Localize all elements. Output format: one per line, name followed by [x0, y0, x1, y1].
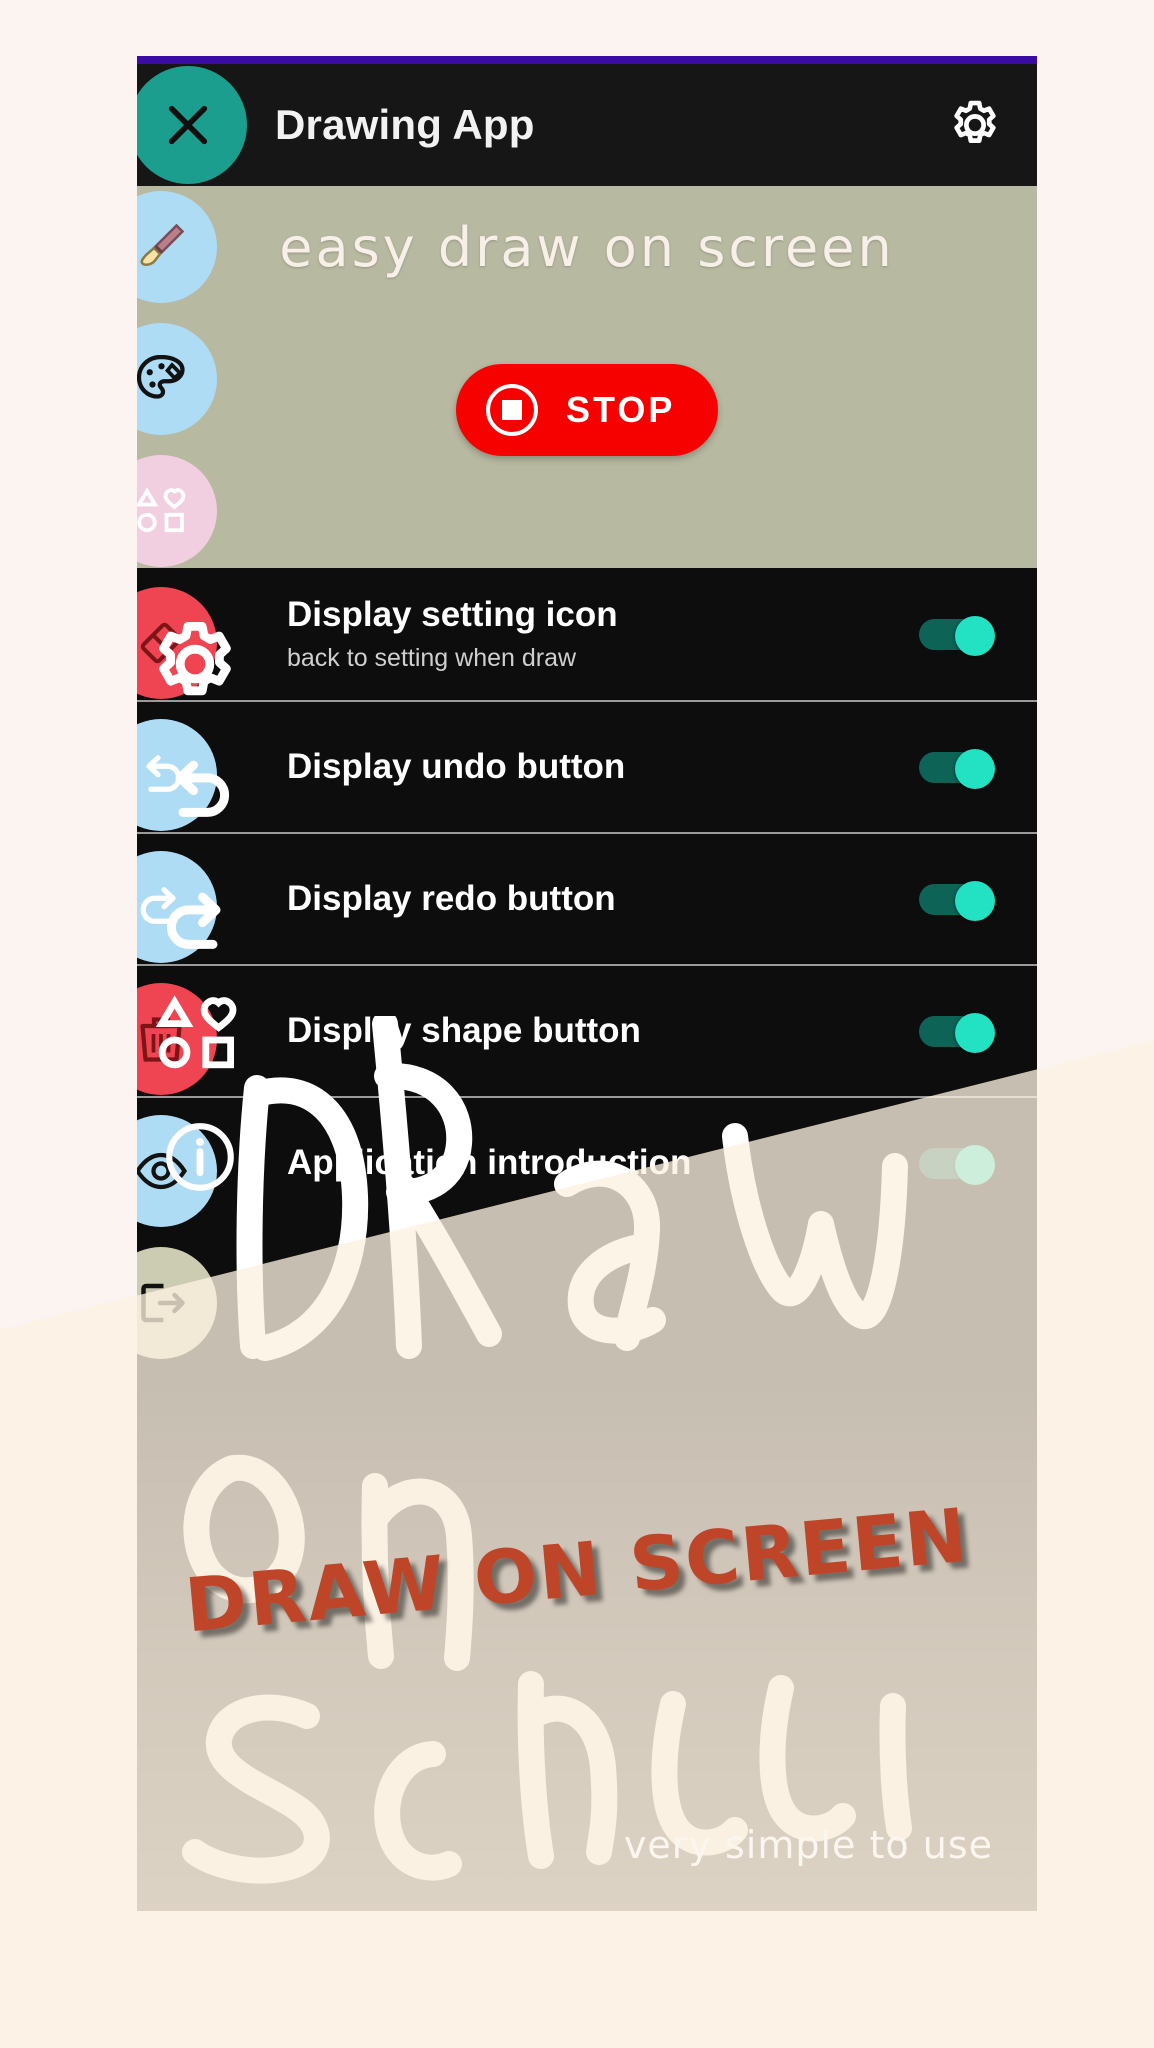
brush-tool[interactable]	[137, 191, 217, 303]
setting-row-display-setting-icon[interactable]: Display setting icon back to setting whe…	[137, 568, 1037, 700]
toggle-display-redo-button[interactable]	[919, 881, 995, 921]
close-x-icon	[168, 105, 208, 145]
setting-title: Application introduction	[287, 1142, 692, 1182]
stop-square-icon	[486, 384, 538, 436]
setting-texts: Display shape button	[287, 1011, 919, 1051]
toggle-display-setting-icon[interactable]	[919, 616, 995, 656]
toggle-knob	[955, 749, 995, 789]
hero-banner: easy draw on screen STOP	[137, 186, 1037, 568]
toggle-application-introduction[interactable]	[919, 1145, 995, 1185]
setting-row-display-shape-button[interactable]: Display shape button	[137, 964, 1037, 1096]
info-overlay-icon	[166, 1123, 234, 1191]
palette-icon	[137, 354, 185, 399]
status-bar	[137, 56, 1037, 64]
footer-note: very simple to use	[623, 1823, 993, 1867]
promo-frame: Drawing App easy draw on screen STOP Dis…	[0, 0, 1154, 2048]
toggle-knob	[955, 1013, 995, 1053]
paintbrush-icon	[140, 223, 185, 266]
setting-texts: Display setting icon back to setting whe…	[287, 595, 919, 672]
toggle-display-undo-button[interactable]	[919, 749, 995, 789]
exit-icon	[141, 1283, 185, 1323]
toggle-knob	[955, 616, 995, 656]
setting-title: Display undo button	[287, 746, 626, 786]
exit-tool[interactable]	[137, 1247, 217, 1359]
setting-texts: Display undo button	[287, 747, 919, 787]
undo-overlay-icon	[175, 760, 230, 817]
toggle-display-shape-button[interactable]	[919, 1013, 995, 1053]
setting-title: Display redo button	[287, 878, 616, 918]
shapes-icon	[137, 487, 186, 533]
hero-tagline: easy draw on screen	[279, 216, 895, 279]
setting-row-display-redo-button[interactable]: Display redo button	[137, 832, 1037, 964]
close-button[interactable]	[137, 66, 247, 184]
settings-list: Display setting icon back to setting whe…	[137, 568, 1037, 1228]
toggle-knob	[955, 881, 995, 921]
redo-overlay-icon	[166, 892, 221, 949]
setting-subtitle: back to setting when draw	[287, 643, 577, 672]
stop-button-label: STOP	[566, 389, 676, 430]
app-bar: Drawing App	[137, 64, 1037, 186]
palette-tool[interactable]	[137, 323, 217, 435]
shapes-overlay-icon	[155, 995, 237, 1069]
setting-row-display-undo-button[interactable]: Display undo button	[137, 700, 1037, 832]
app-title: Drawing App	[275, 101, 535, 148]
toggle-knob	[955, 1145, 995, 1185]
settings-overlay-icon	[159, 622, 231, 696]
setting-texts: Application introduction	[287, 1143, 919, 1183]
shape-tool[interactable]	[137, 455, 217, 567]
setting-title: Display shape button	[287, 1010, 641, 1050]
setting-texts: Display redo button	[287, 879, 919, 919]
gear-icon[interactable]	[947, 97, 1003, 153]
setting-title: Display setting icon	[287, 595, 618, 635]
setting-row-application-introduction[interactable]: Application introduction	[137, 1096, 1037, 1228]
stop-button[interactable]: STOP	[456, 364, 718, 456]
